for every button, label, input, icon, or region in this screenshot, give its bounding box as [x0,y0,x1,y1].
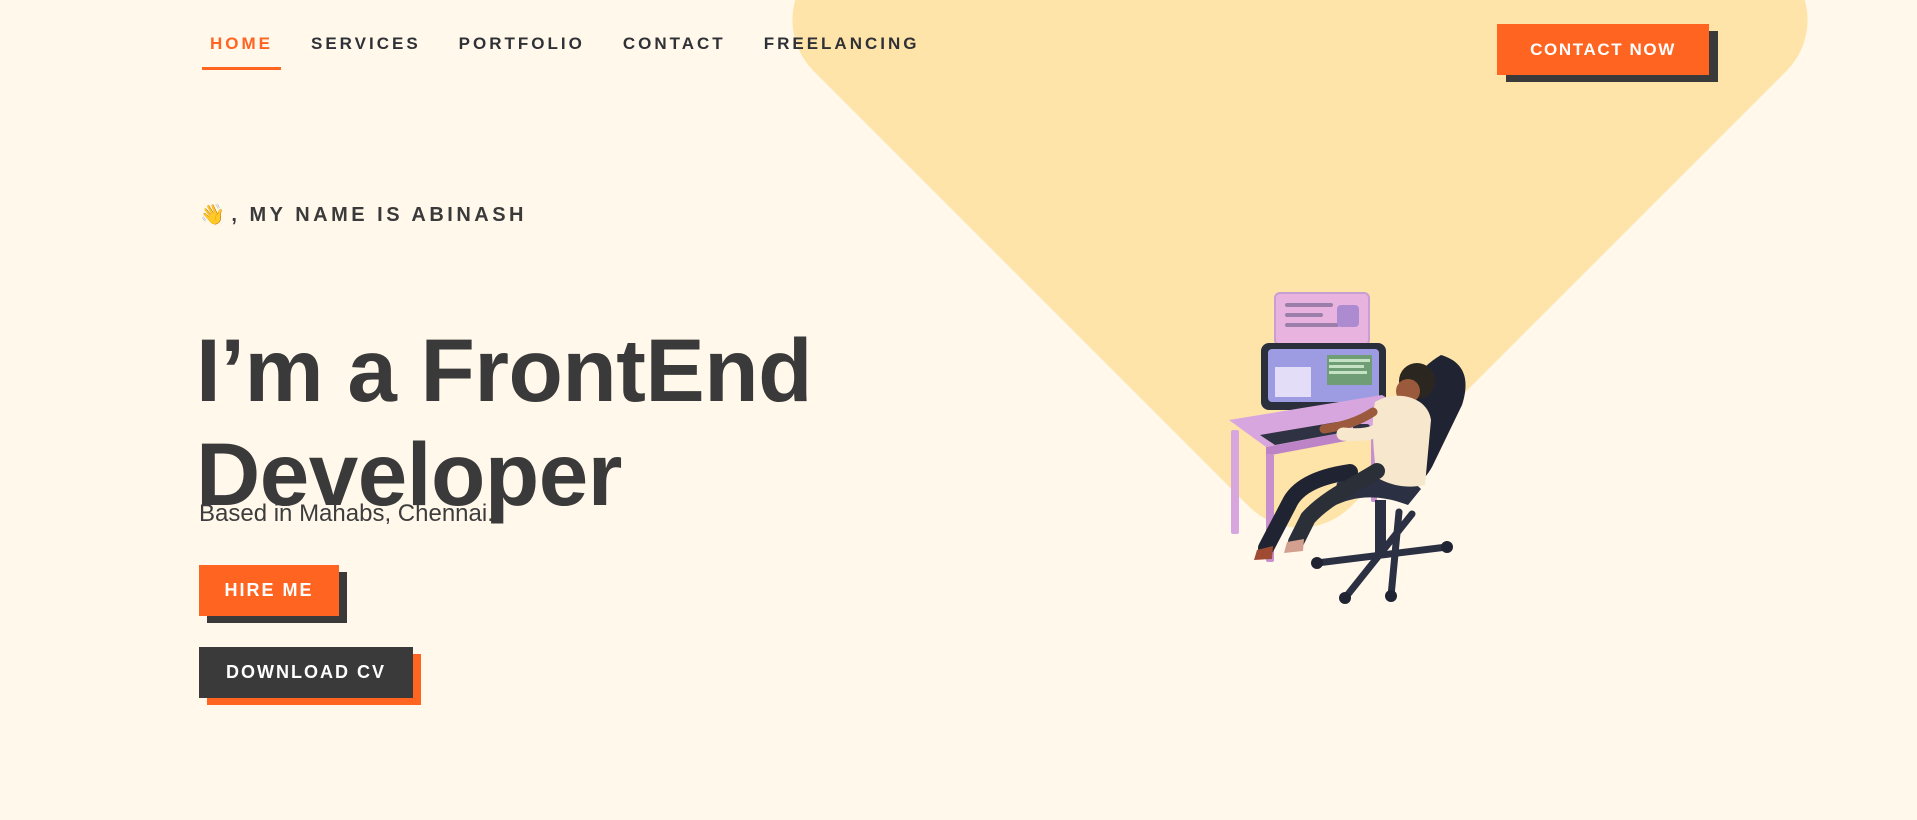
hero-headline: I’m a FrontEnd Developer [196,318,836,526]
download-cv-button[interactable]: DOWNLOAD CV [199,647,413,698]
hero-headline-line-1: I’m a FrontEnd [196,319,813,420]
nav-services-link[interactable]: SERVICES [311,34,421,54]
nav-portfolio-link[interactable]: PORTFOLIO [459,34,585,54]
nav-freelancing-link[interactable]: FREELANCING [764,34,920,54]
nav-contact-link[interactable]: CONTACT [623,34,726,54]
location-text: Based in Mahabs, Chennai. [199,500,494,527]
intro-line: 👋, MY NAME IS ABINASH [200,202,527,227]
contact-now-button[interactable]: CONTACT NOW [1497,24,1709,75]
main-navigation: HOME SERVICES PORTFOLIO CONTACT FREELANC… [202,34,957,70]
waving-hand-icon: 👋 [200,204,229,226]
top-navigation-bar: HOME SERVICES PORTFOLIO CONTACT FREELANC… [0,0,1917,96]
hire-me-button[interactable]: HIRE ME [199,565,339,616]
nav-home-link[interactable]: HOME [202,34,281,70]
intro-text: , MY NAME IS ABINASH [231,204,527,226]
developer-at-desk-illustration [1229,292,1466,604]
